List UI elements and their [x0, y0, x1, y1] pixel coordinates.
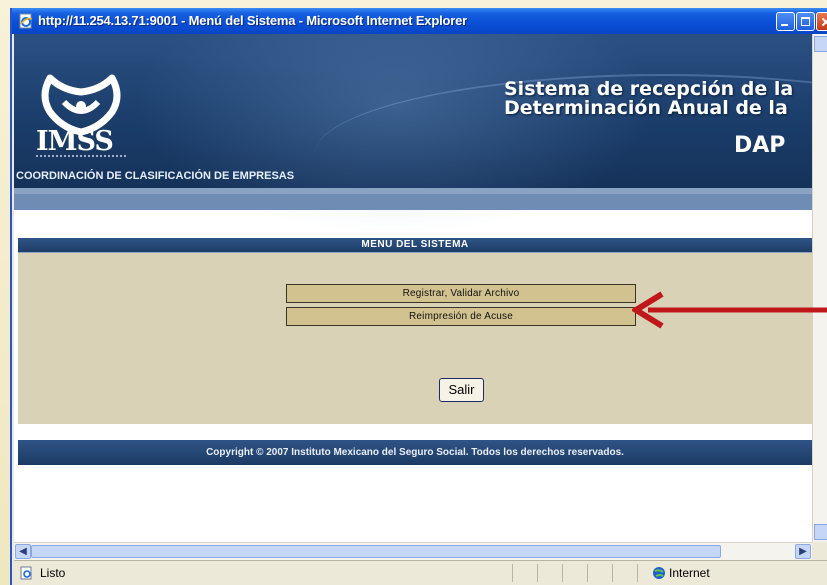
logo-subtitle-dots	[36, 155, 126, 159]
horizontal-scrollbar[interactable]: ◀ ▶	[14, 542, 812, 560]
close-button[interactable]	[816, 12, 827, 31]
copyright-footer: Copyright © 2007 Instituto Mexicano del …	[18, 440, 812, 465]
header-bar	[14, 194, 812, 210]
status-bar: Listo Internet	[14, 560, 827, 585]
coordination-label: COORDINACIÓN DE CLASIFICACIÓN DE EMPRESA…	[16, 170, 295, 182]
exit-button[interactable]: Salir	[439, 378, 484, 402]
scroll-up-button[interactable]	[814, 36, 827, 52]
status-text: Listo	[40, 566, 66, 580]
scroll-left-button[interactable]: ◀	[15, 544, 31, 559]
scroll-thumb[interactable]	[31, 545, 721, 558]
system-title: Sistema de recepción de la Determinación…	[504, 80, 793, 118]
menu-panel: Registrar, Validar Archivo Reimpresión d…	[18, 253, 812, 424]
red-arrow-annotation	[632, 291, 827, 329]
ie-page-icon	[19, 13, 33, 29]
security-zone-label: Internet	[669, 566, 710, 580]
minimize-button[interactable]	[776, 12, 795, 31]
reprint-receipt-button[interactable]: Reimpresión de Acuse	[286, 307, 636, 326]
internet-zone-icon	[653, 567, 665, 579]
dap-title: DAP	[734, 133, 786, 158]
register-validate-file-button[interactable]: Registrar, Validar Archivo	[286, 284, 636, 303]
scroll-down-button[interactable]	[814, 524, 827, 540]
menu-header: MENU DEL SISTEMA	[18, 238, 812, 253]
header-banner: IMSS Sistema de recepción de la Determin…	[14, 34, 812, 234]
title-bar[interactable]: http://11.254.13.71:9001 - Menú del Sist…	[12, 8, 827, 34]
page-done-icon	[20, 566, 32, 580]
page-viewport: IMSS Sistema de recepción de la Determin…	[14, 34, 812, 542]
imss-logo-text: IMSS	[36, 126, 114, 157]
maximize-button[interactable]	[796, 12, 815, 31]
scroll-right-button[interactable]: ▶	[795, 544, 811, 559]
vertical-scrollbar[interactable]	[812, 34, 827, 542]
window-title: http://11.254.13.71:9001 - Menú del Sist…	[38, 13, 467, 28]
system-title-line2: Determinación Anual de la	[504, 97, 788, 119]
